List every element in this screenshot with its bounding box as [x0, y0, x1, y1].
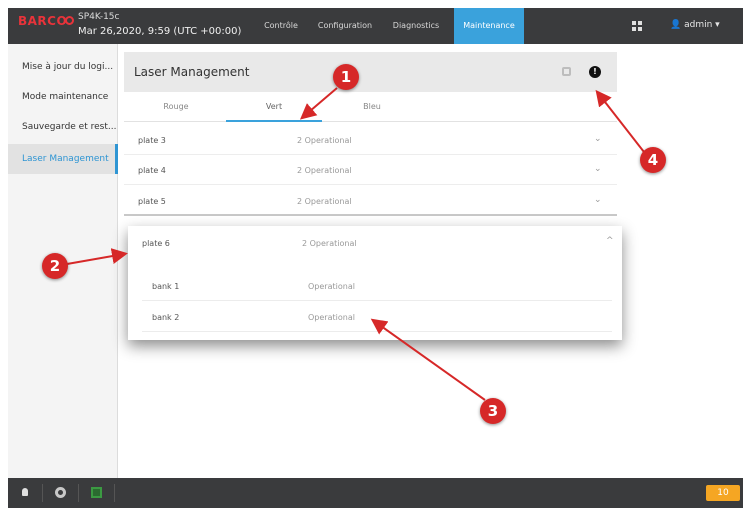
plate-name: plate 5	[138, 197, 166, 206]
bank-status: Operational	[308, 313, 355, 322]
divider	[78, 484, 79, 502]
lamp-icon[interactable]	[22, 488, 28, 496]
chevron-down-icon[interactable]: ⌄	[594, 134, 602, 144]
tab-diagnostics[interactable]: Diagnostics	[386, 8, 446, 44]
tab-controle[interactable]: Contrôle	[256, 8, 306, 44]
refresh-icon[interactable]	[562, 67, 571, 76]
sidebar-item-backup-restore[interactable]: Sauvegarde et rest...	[8, 112, 118, 142]
plate-name: plate 4	[138, 166, 166, 175]
shutter-icon[interactable]	[55, 487, 66, 498]
tab-rouge[interactable]: Rouge	[128, 92, 224, 122]
bank-name: bank 2	[152, 313, 180, 322]
device-name: SP4K-15c	[78, 12, 120, 22]
tab-bleu[interactable]: Bleu	[324, 92, 420, 122]
user-icon: 👤	[670, 20, 682, 30]
divider	[114, 484, 115, 502]
chevron-up-icon[interactable]: ^	[606, 236, 614, 246]
plate-status: 2 Operational	[302, 239, 357, 248]
callout-2: 2	[42, 253, 68, 279]
callout-4: 4	[640, 147, 666, 173]
divider	[42, 484, 43, 502]
plate-status: 2 Operational	[297, 197, 352, 206]
plate-row[interactable]: plate 5 2 Operational ⌄	[124, 186, 617, 216]
plate-name[interactable]: plate 6	[142, 239, 170, 248]
color-tabs: Rouge Vert Bleu	[124, 92, 617, 122]
plate-name: plate 3	[138, 136, 166, 145]
notification-badge[interactable]: 10	[706, 485, 740, 501]
chevron-down-icon[interactable]: ⌄	[594, 164, 602, 174]
bank-row: bank 2 Operational	[142, 302, 612, 332]
brand-mark-icon	[65, 16, 74, 25]
plate-status: 2 Operational	[297, 136, 352, 145]
bank-row: bank 1 Operational	[142, 271, 612, 301]
plate-status: 2 Operational	[297, 166, 352, 175]
plate-row[interactable]: plate 3 2 Operational ⌄	[124, 125, 617, 155]
sidebar-item-software-update[interactable]: Mise à jour du logi...	[8, 52, 118, 82]
info-icon[interactable]: !	[589, 66, 601, 78]
grid-icon[interactable]	[632, 21, 642, 31]
tab-vert[interactable]: Vert	[226, 92, 322, 122]
bank-status: Operational	[308, 282, 355, 291]
bottom-bar: 10	[8, 478, 743, 508]
plate-row[interactable]: plate 4 2 Operational ⌄	[124, 155, 617, 185]
panel-title: Laser Management	[134, 65, 250, 79]
device-datetime: Mar 26,2020, 9:59 (UTC +00:00)	[78, 26, 242, 37]
tab-maintenance[interactable]: Maintenance	[454, 8, 524, 44]
expanded-plate-card: plate 6 2 Operational ^ bank 1 Operation…	[128, 226, 622, 340]
panel-header: Laser Management !	[124, 52, 617, 92]
callout-3: 3	[480, 398, 506, 424]
tab-configuration[interactable]: Configuration	[310, 8, 380, 44]
status-icon[interactable]	[91, 487, 102, 498]
sidebar-item-laser-management[interactable]: Laser Management	[8, 144, 118, 174]
bank-name: bank 1	[152, 282, 180, 291]
top-bar: BARCO SP4K-15c Mar 26,2020, 9:59 (UTC +0…	[8, 8, 743, 44]
app-frame: BARCO SP4K-15c Mar 26,2020, 9:59 (UTC +0…	[0, 0, 751, 515]
user-name: admin ▾	[684, 20, 720, 30]
user-menu[interactable]: 👤 admin ▾	[670, 20, 720, 30]
chevron-down-icon[interactable]: ⌄	[594, 195, 602, 205]
sidebar-item-maintenance-mode[interactable]: Mode maintenance	[8, 82, 118, 112]
barco-logo: BARCO	[18, 14, 68, 28]
callout-1: 1	[333, 64, 359, 90]
